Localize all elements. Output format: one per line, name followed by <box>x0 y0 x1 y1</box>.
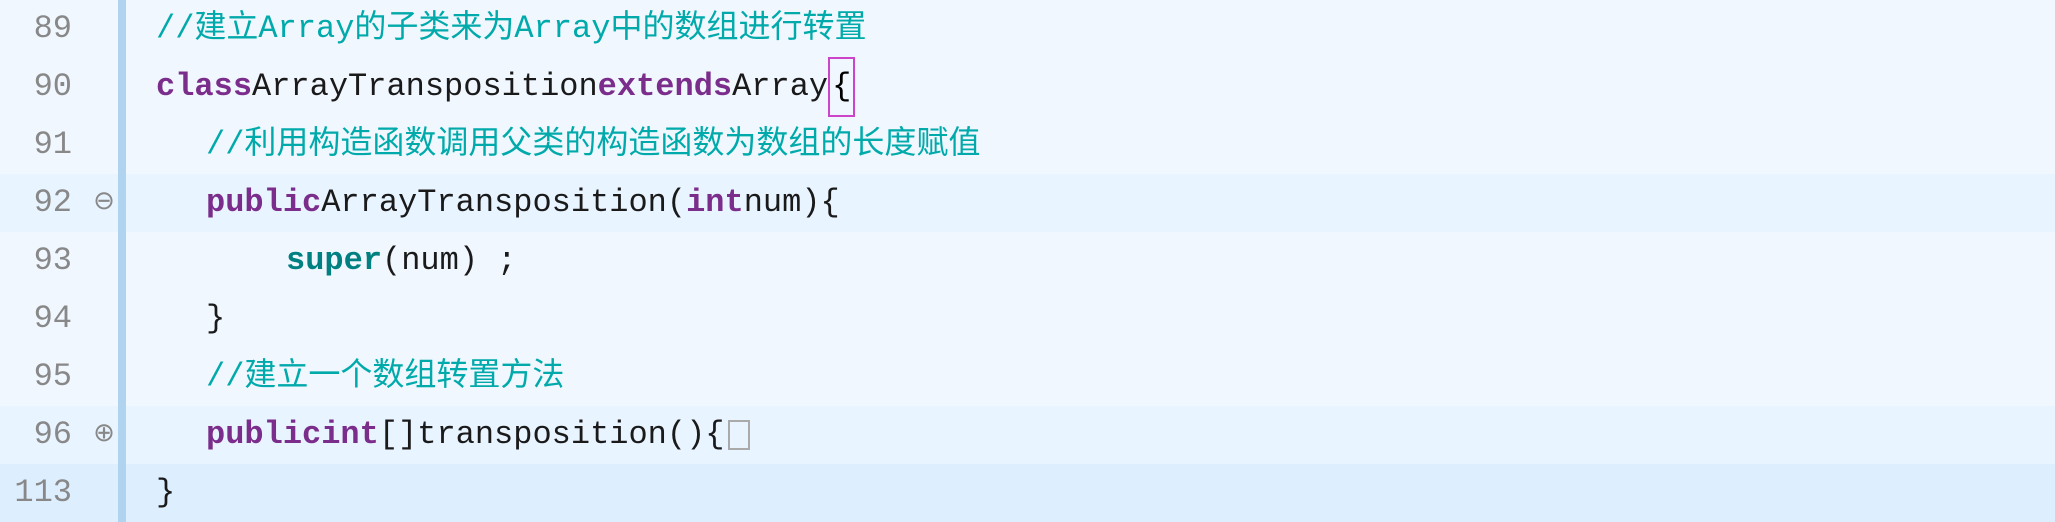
line-number-113: 113 <box>0 465 90 521</box>
keyword-super: super <box>286 233 382 289</box>
code-content-91: //利用构造函数调用父类的构造函数为数组的长度赋值 <box>126 117 2055 173</box>
opening-brace-90: { <box>828 57 855 117</box>
method-parens: () <box>667 407 705 463</box>
code-line-93: 93 super (num) ; <box>0 232 2055 290</box>
left-bar-90 <box>118 58 126 116</box>
code-content-90: class ArrayTransposition extends Array{ <box>126 57 2055 117</box>
code-content-92: public ArrayTransposition (int num ) { <box>126 175 2055 231</box>
line-indicator-92: ⊖ <box>90 180 118 226</box>
closing-brace-113: } <box>156 465 175 521</box>
classname-arraytransposition: ArrayTransposition <box>252 59 598 115</box>
line-number-90: 90 <box>0 59 90 115</box>
code-line-113: 113 } <box>0 464 2055 522</box>
keyword-extends: extends <box>598 59 732 115</box>
left-bar-95 <box>118 348 126 406</box>
left-bar-113 <box>118 464 126 522</box>
line-number-92: 92 <box>0 175 90 231</box>
keyword-public-96: public <box>206 407 321 463</box>
code-content-89: //建立Array的子类来为Array中的数组进行转置 <box>126 1 2055 57</box>
left-bar-93 <box>118 232 126 290</box>
comment-95: //建立一个数组转置方法 <box>206 349 564 405</box>
line-number-94: 94 <box>0 291 90 347</box>
keyword-int-92: int <box>686 175 744 231</box>
keyword-class: class <box>156 59 252 115</box>
line-number-95: 95 <box>0 349 90 405</box>
code-editor: 89 //建立Array的子类来为Array中的数组进行转置 90 class … <box>0 0 2055 508</box>
code-content-113: } <box>126 465 2055 521</box>
closing-brace-94: } <box>206 291 225 347</box>
line-indicator-96: ⊕ <box>90 412 118 458</box>
constructor-name: ArrayTransposition <box>321 175 667 231</box>
classname-array: Array <box>732 59 828 115</box>
left-bar-94 <box>118 290 126 348</box>
collapsed-indicator <box>728 420 750 450</box>
code-line-94: 94 } <box>0 290 2055 348</box>
left-bar-92 <box>118 174 126 232</box>
left-bar-91 <box>118 116 126 174</box>
left-bar-89 <box>118 0 126 58</box>
code-content-95: //建立一个数组转置方法 <box>126 349 2055 405</box>
keyword-public-92: public <box>206 175 321 231</box>
code-content-94: } <box>126 291 2055 347</box>
line-number-93: 93 <box>0 233 90 289</box>
code-line-96: 96 ⊕ public int [] transposition () { <box>0 406 2055 464</box>
param-num: num <box>744 175 802 231</box>
code-line-89: 89 //建立Array的子类来为Array中的数组进行转置 <box>0 0 2055 58</box>
super-call: (num) ; <box>382 233 516 289</box>
code-line-90: 90 class ArrayTransposition extends Arra… <box>0 58 2055 116</box>
paren-open-92: ( <box>667 175 686 231</box>
brace-92: { <box>821 175 840 231</box>
keyword-int-96: int <box>321 407 379 463</box>
line-number-91: 91 <box>0 117 90 173</box>
method-brace: { <box>705 407 724 463</box>
code-line-91: 91 //利用构造函数调用父类的构造函数为数组的长度赋值 <box>0 116 2055 174</box>
code-content-93: super (num) ; <box>126 233 2055 289</box>
code-content-96: public int [] transposition () { <box>126 407 2055 463</box>
line-number-96: 96 <box>0 407 90 463</box>
array-brackets: [] <box>379 407 417 463</box>
code-line-95: 95 //建立一个数组转置方法 <box>0 348 2055 406</box>
left-bar-96 <box>118 406 126 464</box>
paren-close-92: ) <box>801 175 820 231</box>
comment-91: //利用构造函数调用父类的构造函数为数组的长度赋值 <box>206 117 980 173</box>
code-line-92: 92 ⊖ public ArrayTransposition (int num … <box>0 174 2055 232</box>
method-name: transposition <box>417 407 667 463</box>
line-number-89: 89 <box>0 1 90 57</box>
comment-89: //建立Array的子类来为Array中的数组进行转置 <box>156 1 866 57</box>
